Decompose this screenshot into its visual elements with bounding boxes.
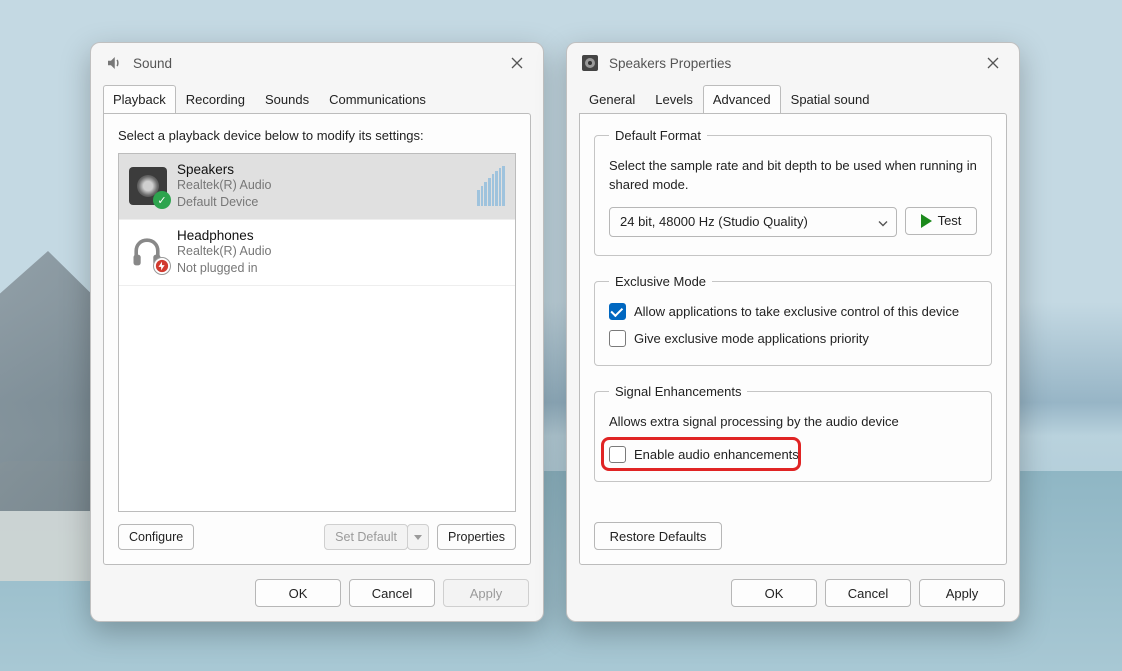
tabpanel-advanced: Default Format Select the sample rate an…	[579, 113, 1007, 565]
tabs: General Levels Advanced Spatial sound	[567, 83, 1019, 113]
close-button[interactable]	[503, 49, 531, 77]
properties-button[interactable]: Properties	[437, 524, 516, 550]
default-format-group: Default Format Select the sample rate an…	[594, 128, 992, 256]
status-badge-ok: ✓	[153, 191, 171, 209]
tab-playback[interactable]: Playback	[103, 85, 176, 114]
dialog-buttons: OK Cancel Apply	[567, 573, 1019, 621]
sound-icon	[105, 54, 123, 72]
format-value: 24 bit, 48000 Hz (Studio Quality)	[620, 214, 808, 229]
close-button[interactable]	[979, 49, 1007, 77]
help-text: Allows extra signal processing by the au…	[609, 413, 977, 432]
tab-communications[interactable]: Communications	[319, 85, 436, 114]
instruction-text: Select a playback device below to modify…	[118, 128, 516, 143]
device-item-speakers[interactable]: ✓ Speakers Realtek(R) Audio Default Devi…	[119, 154, 515, 220]
level-meter	[477, 166, 505, 206]
tab-general[interactable]: General	[579, 85, 645, 114]
set-default-split-button[interactable]: Set Default	[324, 524, 429, 550]
device-item-headphones[interactable]: Headphones Realtek(R) Audio Not plugged …	[119, 220, 515, 286]
status-badge-err	[153, 257, 171, 275]
device-status: Not plugged in	[177, 260, 505, 277]
tab-sounds[interactable]: Sounds	[255, 85, 319, 114]
device-driver: Realtek(R) Audio	[177, 177, 467, 194]
checkbox-label: Give exclusive mode applications priorit…	[634, 331, 869, 346]
signal-enhancements-group: Signal Enhancements Allows extra signal …	[594, 384, 992, 482]
speaker-icon: ✓	[129, 167, 167, 205]
chevron-down-icon	[878, 214, 888, 229]
tabpanel-playback: Select a playback device below to modify…	[103, 113, 531, 565]
device-list[interactable]: ✓ Speakers Realtek(R) Audio Default Devi…	[118, 153, 516, 512]
restore-defaults-button[interactable]: Restore Defaults	[594, 522, 722, 550]
test-label: Test	[938, 213, 962, 228]
device-name: Headphones	[177, 228, 505, 243]
group-legend: Exclusive Mode	[609, 274, 712, 289]
checkbox-label: Enable audio enhancements	[634, 447, 799, 462]
sound-window: Sound Playback Recording Sounds Communic…	[90, 42, 544, 622]
speakers-properties-window: Speakers Properties General Levels Advan…	[566, 42, 1020, 622]
ok-button[interactable]: OK	[731, 579, 817, 607]
set-default-dropdown[interactable]	[407, 524, 429, 550]
cancel-button[interactable]: Cancel	[825, 579, 911, 607]
test-button[interactable]: Test	[905, 207, 977, 235]
titlebar[interactable]: Sound	[91, 43, 543, 83]
cancel-button[interactable]: Cancel	[349, 579, 435, 607]
tab-recording[interactable]: Recording	[176, 85, 255, 114]
tab-advanced[interactable]: Advanced	[703, 85, 781, 114]
checkbox-exclusive-control[interactable]	[609, 303, 626, 320]
group-legend: Default Format	[609, 128, 707, 143]
device-status: Default Device	[177, 194, 467, 211]
play-icon	[921, 214, 932, 228]
set-default-button[interactable]: Set Default	[324, 524, 408, 550]
configure-button[interactable]: Configure	[118, 524, 194, 550]
tab-levels[interactable]: Levels	[645, 85, 703, 114]
window-title: Sound	[133, 56, 172, 71]
exclusive-mode-group: Exclusive Mode Allow applications to tak…	[594, 274, 992, 366]
apply-button[interactable]: Apply	[919, 579, 1005, 607]
checkbox-label: Allow applications to take exclusive con…	[634, 304, 959, 319]
tabs: Playback Recording Sounds Communications	[91, 83, 543, 113]
checkbox-exclusive-priority[interactable]	[609, 330, 626, 347]
apply-button[interactable]: Apply	[443, 579, 529, 607]
checkbox-enable-enhancements[interactable]	[609, 446, 626, 463]
titlebar[interactable]: Speakers Properties	[567, 43, 1019, 83]
dialog-buttons: OK Cancel Apply	[91, 573, 543, 621]
window-title: Speakers Properties	[609, 56, 731, 71]
tab-spatial-sound[interactable]: Spatial sound	[781, 85, 880, 114]
format-select[interactable]: 24 bit, 48000 Hz (Studio Quality)	[609, 207, 897, 237]
ok-button[interactable]: OK	[255, 579, 341, 607]
device-driver: Realtek(R) Audio	[177, 243, 505, 260]
group-legend: Signal Enhancements	[609, 384, 747, 399]
device-name: Speakers	[177, 162, 467, 177]
headphone-icon	[129, 233, 167, 271]
speaker-small-icon	[581, 54, 599, 72]
help-text: Select the sample rate and bit depth to …	[609, 157, 977, 195]
